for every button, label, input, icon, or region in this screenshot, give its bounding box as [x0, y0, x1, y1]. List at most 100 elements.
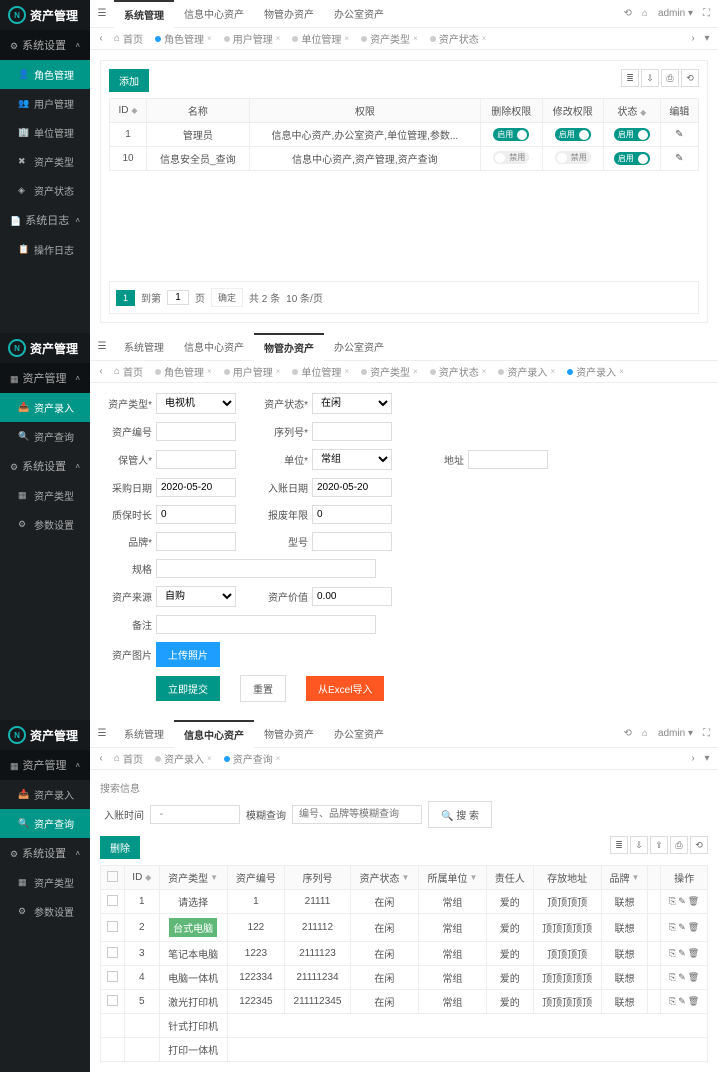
- close-icon[interactable]: ×: [276, 754, 281, 763]
- input-asset-no[interactable]: [156, 422, 236, 441]
- menu-group-asset[interactable]: ▦资产管理 ˄: [0, 363, 90, 393]
- toggle-del[interactable]: 启用: [493, 128, 529, 141]
- sidebar-item-asset-type[interactable]: ▦资产类型: [0, 481, 90, 510]
- input-buy-date[interactable]: [156, 478, 236, 497]
- input-scrap[interactable]: [312, 505, 392, 524]
- row-checkbox[interactable]: [107, 895, 118, 906]
- tab-asset-input[interactable]: 资产录入×: [561, 364, 630, 379]
- filter-icon[interactable]: ▼: [401, 873, 409, 882]
- edit-icon[interactable]: ✎: [675, 153, 683, 164]
- refresh-icon[interactable]: ⟲: [624, 8, 632, 19]
- close-icon[interactable]: ×: [344, 34, 349, 43]
- sidebar-item-asset-type[interactable]: ▦资产类型: [0, 868, 90, 897]
- col-type[interactable]: 资产类型 ▼: [159, 866, 227, 890]
- input-remark[interactable]: [156, 615, 376, 634]
- row-checkbox[interactable]: [107, 971, 118, 982]
- tab-role[interactable]: 角色管理×: [149, 31, 218, 46]
- admin-menu[interactable]: admin ▾: [658, 728, 693, 739]
- col-id[interactable]: ID ◆: [125, 866, 160, 890]
- refresh-icon[interactable]: ⟲: [681, 69, 699, 87]
- tab[interactable]: 角色管理×: [149, 364, 218, 379]
- close-icon[interactable]: ×: [413, 367, 418, 376]
- sidebar-item-unit[interactable]: 🏢单位管理: [0, 118, 90, 147]
- type-cell-selected[interactable]: 台式电脑: [169, 918, 217, 937]
- sidebar-item-asset-input[interactable]: 📥资产录入: [0, 393, 90, 422]
- copy-icon[interactable]: ⎘: [669, 896, 676, 907]
- copy-icon[interactable]: ⎘: [669, 972, 676, 983]
- menu-toggle[interactable]: ☰: [90, 720, 114, 748]
- close-icon[interactable]: ×: [482, 34, 487, 43]
- edit-icon[interactable]: ✎: [678, 896, 686, 907]
- col-unit[interactable]: 所属单位 ▼: [418, 866, 486, 890]
- import-button[interactable]: 从Excel导入: [306, 676, 384, 701]
- tab[interactable]: 资产类型×: [355, 364, 424, 379]
- input-warranty[interactable]: [156, 505, 236, 524]
- sidebar-item-asset-input[interactable]: 📥资产录入: [0, 780, 90, 809]
- home-icon[interactable]: ⌂: [642, 8, 648, 19]
- tab-prev[interactable]: ‹: [94, 33, 108, 44]
- page-1[interactable]: 1: [116, 290, 135, 306]
- close-icon[interactable]: ×: [482, 367, 487, 376]
- edit-icon[interactable]: ✎: [678, 948, 686, 959]
- refresh-icon[interactable]: ⟲: [690, 836, 708, 854]
- tab-status[interactable]: 资产状态×: [424, 31, 493, 46]
- input-model[interactable]: [312, 532, 392, 551]
- fullscreen-icon[interactable]: ⛶: [703, 728, 710, 739]
- topnav-system[interactable]: 系统管理: [114, 720, 174, 748]
- close-icon[interactable]: ×: [619, 367, 624, 376]
- input-value[interactable]: [312, 587, 392, 606]
- filter-icon[interactable]: ▼: [470, 873, 478, 882]
- select-unit[interactable]: 常组: [312, 449, 392, 470]
- page-confirm[interactable]: 确定: [211, 288, 243, 307]
- export-icon[interactable]: ⇩: [641, 69, 659, 87]
- tab-user[interactable]: 用户管理×: [218, 31, 287, 46]
- tab-prev[interactable]: ‹: [94, 753, 108, 764]
- toggle-status[interactable]: 启用: [614, 128, 650, 141]
- sidebar-item-asset-query[interactable]: 🔍资产查询: [0, 422, 90, 451]
- export2-icon[interactable]: ⇪: [650, 836, 668, 854]
- copy-icon[interactable]: ⎘: [669, 922, 676, 933]
- close-icon[interactable]: ×: [276, 367, 281, 376]
- tab-home[interactable]: ⌂首页: [108, 31, 149, 46]
- fullscreen-icon[interactable]: ⛶: [703, 8, 710, 19]
- row-checkbox[interactable]: [107, 921, 118, 932]
- close-icon[interactable]: ×: [344, 367, 349, 376]
- input-spec[interactable]: [156, 559, 376, 578]
- reset-button[interactable]: 重置: [240, 675, 286, 702]
- tab[interactable]: 资产录入×: [149, 751, 218, 766]
- select-asset-status[interactable]: 在闲: [312, 393, 392, 414]
- upload-button[interactable]: 上传照片: [156, 642, 220, 667]
- tab-type[interactable]: 资产类型×: [355, 31, 424, 46]
- topnav-system[interactable]: 系统管理: [114, 333, 174, 361]
- edit-icon[interactable]: ✎: [678, 972, 686, 983]
- toggle-del[interactable]: 禁用: [493, 151, 529, 164]
- sidebar-item-oplog[interactable]: 📋操作日志: [0, 235, 90, 264]
- close-icon[interactable]: ×: [207, 754, 212, 763]
- sidebar-item-params[interactable]: ⚙参数设置: [0, 897, 90, 926]
- add-button[interactable]: 添加: [109, 69, 149, 92]
- topnav-system[interactable]: 系统管理: [114, 0, 174, 28]
- tab-more[interactable]: ▾: [700, 753, 714, 764]
- tab-home[interactable]: ⌂首页: [108, 751, 149, 766]
- sidebar-item-user[interactable]: 👥用户管理: [0, 89, 90, 118]
- topnav-info[interactable]: 信息中心资产: [174, 333, 254, 361]
- close-icon[interactable]: ×: [276, 34, 281, 43]
- tab-home[interactable]: ⌂首页: [108, 364, 149, 379]
- menu-group-system-settings[interactable]: ⚙系统设置 ˄: [0, 30, 90, 60]
- tab-next[interactable]: ›: [686, 753, 700, 764]
- tab-unit[interactable]: 单位管理×: [286, 31, 355, 46]
- tab-asset-query[interactable]: 资产查询×: [218, 751, 287, 766]
- topnav-info[interactable]: 信息中心资产: [174, 720, 254, 748]
- home-icon[interactable]: ⌂: [642, 728, 648, 739]
- input-address[interactable]: [468, 450, 548, 469]
- input-brand[interactable]: [156, 532, 236, 551]
- input-in-date[interactable]: [312, 478, 392, 497]
- close-icon[interactable]: ×: [413, 34, 418, 43]
- col-brand[interactable]: 品牌 ▼: [601, 866, 647, 890]
- copy-icon[interactable]: ⎘: [669, 996, 676, 1007]
- input-fuzzy[interactable]: [292, 805, 422, 824]
- input-serial[interactable]: [312, 422, 392, 441]
- page-input[interactable]: [167, 290, 189, 305]
- delete-button[interactable]: 删除: [100, 836, 140, 859]
- tab[interactable]: 用户管理×: [218, 364, 287, 379]
